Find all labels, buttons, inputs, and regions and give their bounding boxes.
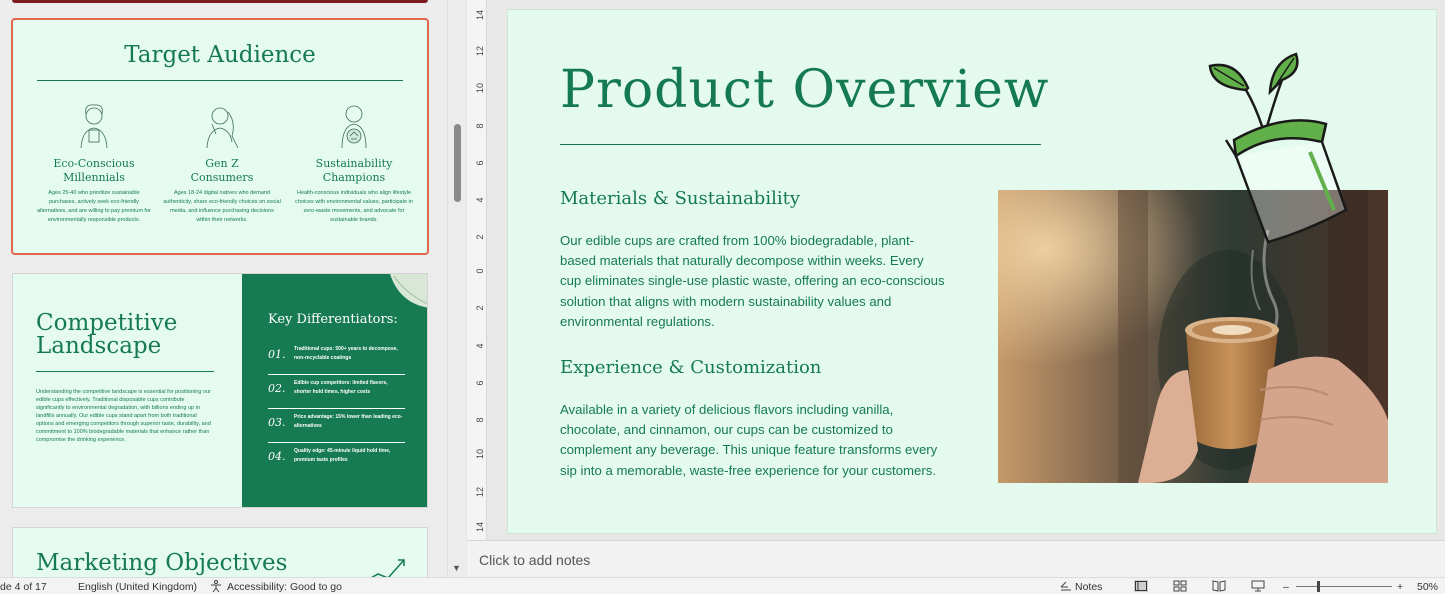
differentiator-number: 01. (268, 348, 286, 361)
audience-name: Millennials (63, 171, 125, 184)
ruler-label: 14 (475, 10, 485, 21)
ruler-label: 4 (475, 343, 485, 349)
vertical-ruler: 14 12 10 8 6 4 2 0 2 4 6 8 10 12 14 (467, 0, 487, 540)
thumb-title: Target Audience (124, 42, 316, 68)
slide-sorter-icon[interactable] (1173, 580, 1187, 592)
differentiators-panel: Key Differentiators: 01. Traditional cup… (242, 274, 427, 507)
reading-view-icon[interactable] (1212, 580, 1226, 592)
differentiator-item: 03. Price advantage: 15% lower than lead… (268, 408, 405, 443)
slide-thumbnail-2[interactable] (12, 0, 428, 3)
slide-thumbnail-4[interactable]: Competitive Landscape Understanding the … (12, 273, 428, 508)
section-heading-experience[interactable]: Experience & Customization (560, 357, 821, 378)
ruler-label: 10 (475, 449, 485, 460)
notes-placeholder[interactable]: Click to add notes (479, 552, 590, 568)
notes-icon[interactable] (1059, 580, 1073, 592)
language-indicator[interactable]: English (United Kingdom) (78, 581, 197, 593)
growth-arrow-icon (371, 559, 405, 577)
notes-button[interactable]: Notes (1075, 581, 1102, 593)
title-divider (560, 144, 1041, 145)
audience-desc: Ages 18-24 digital natives who demand au… (163, 190, 281, 223)
section-body-experience[interactable]: Available in a variety of delicious flav… (560, 400, 945, 481)
slide-counter[interactable]: de 4 of 17 (0, 581, 47, 593)
differentiator-number: 03. (268, 416, 286, 429)
audience-genz: Gen Z Consumers Ages 18-24 digital nativ… (163, 102, 281, 225)
slide-editor: Product Overview Materials & Sustainabil… (488, 0, 1445, 540)
audience-desc: Ages 25-40 who prioritize sustainable pu… (37, 190, 151, 223)
ruler-label: 8 (475, 417, 485, 423)
thumb-title: Competitive Landscape (36, 312, 236, 358)
normal-view-icon[interactable] (1134, 580, 1148, 592)
differentiator-text: Quality edge: 45-minute liquid hold time… (294, 448, 391, 463)
person-icon (80, 104, 108, 149)
zoom-in-button[interactable]: + (1397, 581, 1403, 593)
thumb-divider (36, 371, 214, 372)
differentiator-text: Traditional cups: 500+ years to decompos… (294, 346, 398, 361)
ruler-label: 2 (475, 234, 485, 240)
powerpoint-window: Target Audience Eco-Conscious Millennial… (0, 0, 1445, 594)
section-body-materials[interactable]: Our edible cups are crafted from 100% bi… (560, 231, 945, 332)
differentiator-text: Price advantage: 15% lower than leading … (294, 414, 403, 429)
audience-name: Sustainability (315, 157, 393, 170)
audience-name: Consumers (190, 171, 254, 184)
differentiator-item: 04. Quality edge: 45-minute liquid hold … (268, 442, 405, 477)
thumb-body: Understanding the competitive landscape … (36, 389, 211, 443)
differentiator-number: 02. (268, 382, 286, 395)
thumb-title: Marketing Objectives (36, 550, 288, 576)
zoom-out-button[interactable]: – (1283, 581, 1289, 593)
slide-thumbnail-5[interactable]: Marketing Objectives (12, 527, 428, 577)
ruler-label: 12 (475, 46, 485, 57)
differentiator-item: 02. Edible cup competitors: limited flav… (268, 374, 405, 409)
scrollbar-thumb[interactable] (454, 124, 461, 202)
slide-thumbnail-pane: Target Audience Eco-Conscious Millennial… (0, 0, 447, 577)
ruler-label: 14 (475, 522, 485, 533)
audience-name: Gen Z (205, 157, 239, 170)
accessibility-status[interactable]: Accessibility: Good to go (227, 581, 342, 593)
slide-thumbnail-3[interactable]: Target Audience Eco-Conscious Millennial… (11, 18, 429, 255)
audience-champions: Sustainability Champions Health-consciou… (295, 102, 413, 225)
current-slide[interactable]: Product Overview Materials & Sustainabil… (507, 9, 1437, 534)
zoom-level[interactable]: 50% (1417, 581, 1438, 593)
key-differentiators-title: Key Differentiators: (268, 312, 398, 327)
ruler-label: 8 (475, 123, 485, 129)
audience-millennials: Eco-Conscious Millennials Ages 25-40 who… (35, 102, 153, 225)
recycle-person-icon (341, 105, 367, 149)
differentiator-text: Edible cup competitors: limited flavors,… (294, 380, 388, 395)
sprouting-cup-icon[interactable] (1204, 52, 1349, 247)
audience-name: Eco-Conscious (53, 157, 135, 170)
thumbnail-scrollbar[interactable]: ▼ (447, 0, 466, 577)
ruler-label: 6 (475, 160, 485, 166)
section-heading-materials[interactable]: Materials & Sustainability (560, 188, 800, 209)
thumb-divider (37, 80, 403, 81)
audience-name: Champions (322, 171, 386, 184)
scroll-down-icon[interactable]: ▼ (452, 563, 461, 573)
slide-title[interactable]: Product Overview (560, 60, 1049, 120)
slideshow-icon[interactable] (1251, 580, 1265, 592)
thumb-title-line: Competitive (36, 310, 178, 336)
ruler-label: 10 (475, 83, 485, 94)
ruler-label: 0 (475, 268, 485, 274)
ruler-label: 12 (475, 487, 485, 498)
zoom-slider-handle[interactable] (1317, 581, 1320, 592)
differentiator-number: 04. (268, 450, 286, 463)
leaf-icon (390, 274, 427, 308)
notes-pane[interactable]: Click to add notes (467, 540, 1445, 577)
differentiator-item: 01. Traditional cups: 500+ years to deco… (268, 340, 405, 375)
status-bar: de 4 of 17 English (United Kingdom) Acce… (0, 577, 1445, 594)
person-icon (206, 107, 239, 149)
zoom-slider[interactable] (1296, 586, 1392, 587)
ruler-label: 2 (475, 305, 485, 311)
ruler-label: 4 (475, 197, 485, 203)
thumb-title-line: Landscape (36, 333, 162, 359)
ruler-label: 6 (475, 380, 485, 386)
audience-desc: Health-conscious individuals who align l… (295, 190, 413, 223)
accessibility-icon[interactable] (210, 580, 224, 592)
